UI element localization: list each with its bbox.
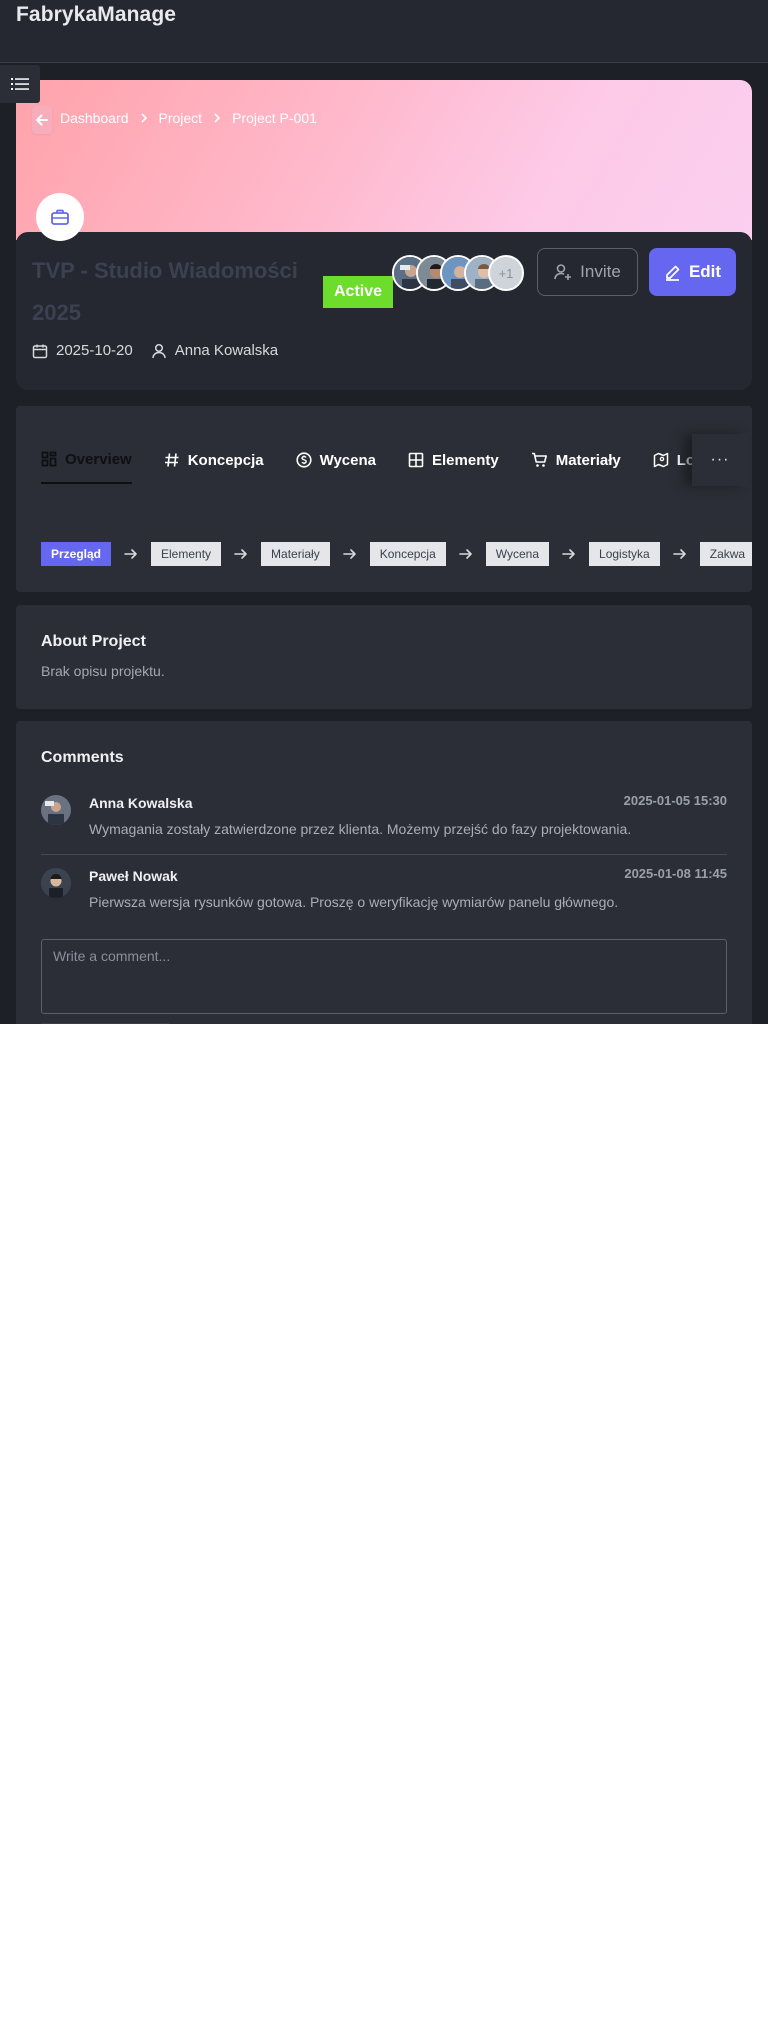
- calendar-icon: [32, 344, 48, 358]
- submit-comment-button[interactable]: [41, 1023, 169, 1024]
- workflow-step-logistyka[interactable]: Logistyka: [589, 542, 660, 566]
- member-avatars[interactable]: +1: [392, 255, 524, 291]
- briefcase-icon: [36, 193, 84, 241]
- project-header: Dashboard Project Project P-001 TVP - St…: [16, 80, 752, 390]
- app-root: FabrykaManage Dashboard Project Project …: [0, 0, 768, 1024]
- project-owner: Anna Kowalska: [151, 342, 278, 359]
- edit-label: Edit: [688, 262, 722, 281]
- list-icon: [11, 78, 29, 90]
- comment-text: Wymagania zostały zatwierdzone przez kli…: [89, 821, 632, 837]
- tab-bar: Overview Koncepcja Wycena Elementy Mater…: [41, 442, 727, 492]
- about-project-card: About Project Brak opisu projektu.: [16, 605, 752, 709]
- tab-label: Overview: [65, 450, 132, 468]
- comment-author: Paweł Nowak: [89, 868, 178, 884]
- pencil-icon: [665, 265, 680, 281]
- comments-title: Comments: [41, 749, 124, 766]
- tab-wycena[interactable]: Wycena: [295, 451, 376, 483]
- brand-logo[interactable]: FabrykaManage: [16, 3, 176, 27]
- arrow-right-icon: [549, 548, 589, 560]
- workflow-step-koncepcja[interactable]: Koncepcja: [369, 542, 446, 566]
- tab-label: Elementy: [432, 451, 499, 469]
- workflow-step-wycena[interactable]: Wycena: [485, 542, 550, 566]
- hash-icon: [164, 453, 179, 467]
- about-title: About Project: [41, 633, 146, 650]
- tab-materialy[interactable]: Materiały: [531, 452, 621, 483]
- map-icon: [653, 452, 668, 468]
- tab-elementy[interactable]: Elementy: [408, 452, 499, 483]
- tab-label: Koncepcja: [187, 451, 264, 469]
- comment-text: Pierwsza wersja rysunków gotowa. Proszę …: [89, 894, 619, 910]
- owner-name: Anna Kowalska: [174, 342, 279, 359]
- breadcrumb-dashboard[interactable]: Dashboard: [60, 110, 129, 126]
- about-description: Brak opisu projektu.: [41, 663, 165, 679]
- sidebar-toggle-button[interactable]: [0, 65, 40, 103]
- dollar-circle-icon: [295, 452, 312, 468]
- edit-button[interactable]: Edit: [649, 248, 736, 296]
- project-date: 2025-10-20: [32, 342, 133, 359]
- arrow-right-icon: [330, 548, 370, 560]
- user-plus-icon: [554, 264, 572, 280]
- tab-overview[interactable]: Overview: [41, 451, 132, 484]
- tab-label: Wycena: [319, 451, 376, 469]
- project-info-card: TVP - Studio Wiadomości 2025 Active +1 I…: [16, 232, 752, 390]
- breadcrumb: Dashboard Project Project P-001: [60, 110, 317, 126]
- top-navbar: FabrykaManage: [0, 0, 768, 63]
- workflow-step-elementy[interactable]: Elementy: [151, 542, 222, 566]
- arrow-right-icon: [221, 548, 261, 560]
- status-badge: Active: [323, 276, 393, 308]
- avatar: [41, 795, 71, 825]
- date-value: 2025-10-20: [56, 342, 133, 359]
- workflow-step-zakwaterowanie[interactable]: Zakwa: [699, 542, 752, 566]
- workflow-steps: Przegląd Elementy Materiały Koncepcja Wy…: [41, 542, 752, 566]
- arrow-right-icon: [111, 548, 151, 560]
- tab-koncepcja[interactable]: Koncepcja: [164, 452, 264, 483]
- avatar: [41, 868, 71, 898]
- more-members-badge[interactable]: +1: [488, 255, 524, 291]
- comment-author: Anna Kowalska: [89, 795, 193, 811]
- comment-timestamp: 2025-01-08 11:45: [624, 866, 727, 881]
- arrow-right-icon: [660, 548, 700, 560]
- project-meta: 2025-10-20 Anna Kowalska: [32, 342, 278, 359]
- cover-banner: Dashboard Project Project P-001: [16, 80, 752, 240]
- comment-timestamp: 2025-01-05 15:30: [623, 793, 727, 808]
- comments-card: Comments Anna Kowalska 2025-01-05 15:30 …: [16, 721, 752, 1024]
- breadcrumb-project[interactable]: Project: [159, 110, 203, 126]
- project-title: TVP - Studio Wiadomości 2025: [32, 258, 298, 325]
- tab-logistyka[interactable]: Lo: [653, 452, 695, 483]
- grid-icon: [41, 451, 57, 467]
- project-tabs-panel: Overview Koncepcja Wycena Elementy Mater…: [16, 406, 752, 592]
- divider: [41, 854, 727, 855]
- back-button[interactable]: [32, 106, 52, 134]
- chevron-right-icon: [212, 112, 222, 124]
- tab-label: Materiały: [555, 451, 621, 469]
- arrow-right-icon: [446, 548, 486, 560]
- comment-input[interactable]: [41, 939, 727, 1014]
- invite-button[interactable]: Invite: [537, 248, 638, 296]
- arrow-left-icon: [36, 114, 48, 126]
- workflow-step-przeglad[interactable]: Przegląd: [41, 542, 112, 566]
- cart-icon: [531, 452, 547, 467]
- table-icon: [408, 452, 424, 468]
- more-tabs-button[interactable]: ···: [692, 434, 748, 486]
- invite-label: Invite: [580, 262, 621, 281]
- breadcrumb-current: Project P-001: [232, 110, 317, 126]
- workflow-step-materialy[interactable]: Materiały: [261, 542, 330, 566]
- chevron-right-icon: [139, 112, 149, 124]
- user-icon: [151, 343, 166, 358]
